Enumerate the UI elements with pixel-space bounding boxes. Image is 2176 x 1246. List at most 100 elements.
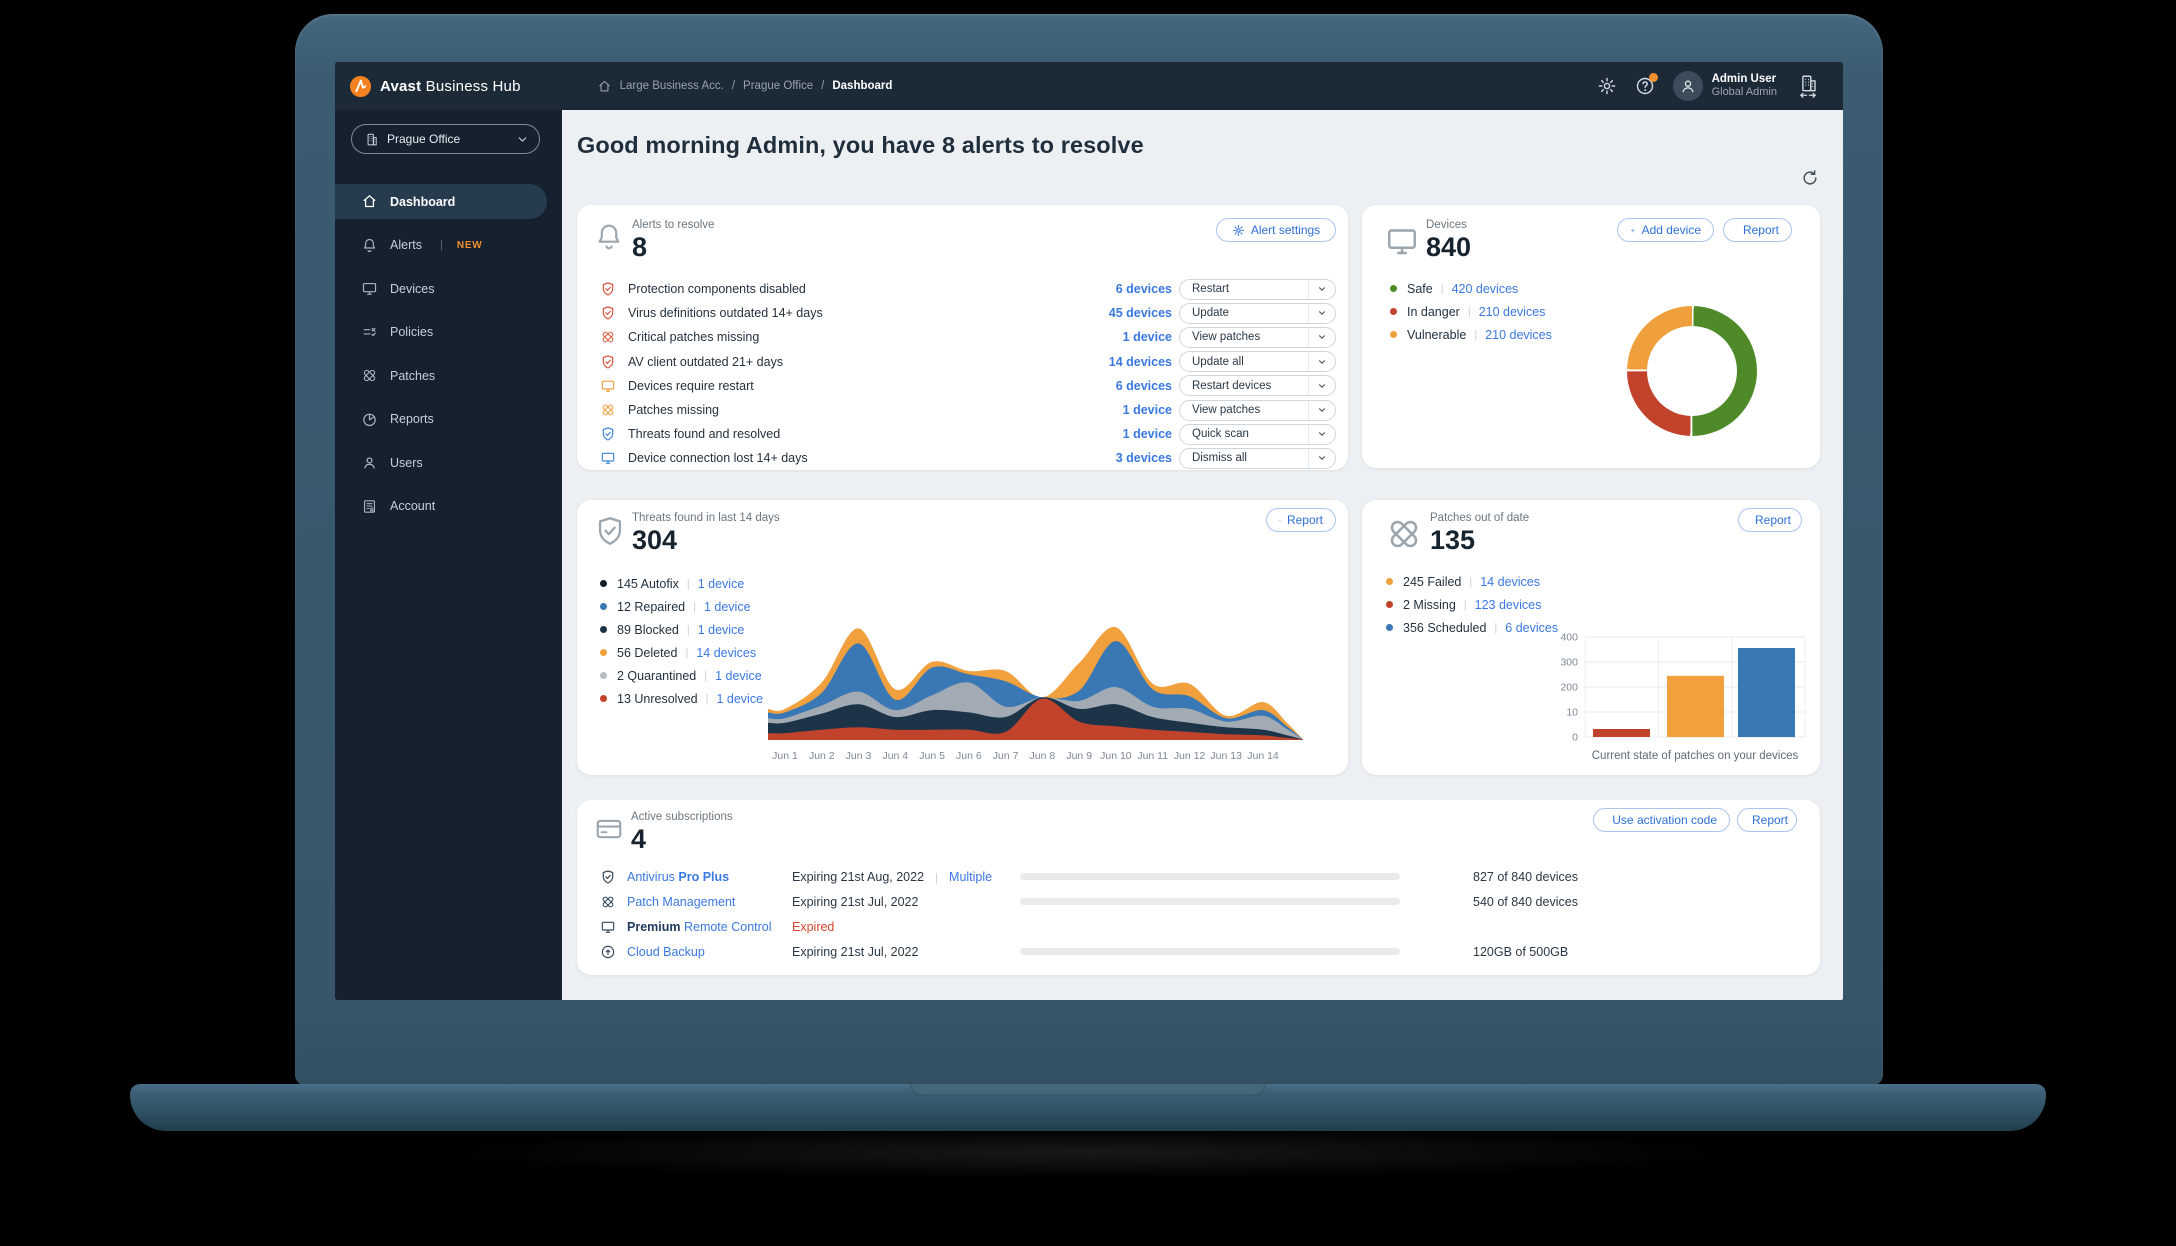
add-device-button[interactable]: Add device [1617, 218, 1714, 242]
use-activation-code-button[interactable]: Use activation code [1593, 808, 1730, 832]
alert-label: Protection components disabled [628, 282, 806, 297]
patch-icon [602, 896, 614, 907]
alert-device-count-link[interactable]: 45 devices [1109, 306, 1172, 320]
chevron-icon [1319, 335, 1325, 340]
subscription-progress-bar [1020, 948, 1400, 955]
x-axis-tick-label: Jun 4 [882, 750, 908, 762]
legend-separator: | [1474, 328, 1478, 341]
sidebar-item-users[interactable]: Users [335, 441, 562, 485]
home-icon [363, 195, 376, 208]
sidebar-item-reports[interactable]: Reports [335, 398, 562, 442]
alert-device-count-link[interactable]: 3 devices [1116, 451, 1172, 465]
legend-device-link[interactable]: 420 devices [1452, 282, 1519, 296]
alert-action-dropdown[interactable]: Update all [1179, 351, 1336, 373]
home-icon[interactable] [597, 79, 612, 94]
alert-settings-button[interactable]: Alert settings [1216, 218, 1336, 242]
x-axis-tick-label: Jun 13 [1210, 750, 1242, 762]
sidebar-item-account[interactable]: Account [335, 485, 562, 529]
alert-device-count-link[interactable]: 1 device [1123, 427, 1172, 441]
alert-label: Patches missing [628, 403, 720, 418]
multiple-link[interactable]: Multiple [949, 870, 992, 884]
alert-action-dropdown[interactable]: Restart [1179, 278, 1336, 300]
alert-action-dropdown[interactable]: Update [1179, 302, 1336, 324]
devices-legend-item: In danger | 210 devices [1390, 300, 1552, 323]
person-icon [364, 457, 375, 469]
org-selector[interactable]: Prague Office [351, 124, 540, 154]
chevron-icon [1319, 432, 1325, 436]
patch-icon [602, 332, 614, 343]
alert-action-dropdown[interactable]: Dismiss all [1179, 447, 1336, 469]
help-icon[interactable] [1635, 73, 1658, 96]
sidebar-item-label: Users [390, 455, 423, 470]
sidebar-item-dashboard[interactable]: Dashboard [335, 180, 562, 224]
chevron-icon [1319, 287, 1325, 291]
breadcrumb-item[interactable]: Large Business Acc. [620, 80, 724, 92]
breadcrumb-item[interactable]: Prague Office [743, 80, 813, 92]
devices-report-button[interactable]: Report [1723, 218, 1792, 242]
legend-device-link[interactable]: 210 devices [1479, 305, 1546, 319]
alert-device-count-link[interactable]: 1 device [1123, 330, 1172, 344]
dropdown-value: Restart devices [1192, 379, 1272, 392]
y-axis-tick-label: 10 [1566, 707, 1578, 719]
y-axis-tick-label: 0 [1572, 732, 1578, 744]
dropdown-value: Quick scan [1192, 428, 1249, 441]
dropdown-value: Update [1192, 307, 1230, 320]
sidebar-item-patches[interactable]: Patches [335, 354, 562, 398]
devices-donut-chart [1627, 306, 1757, 436]
subscription-row: Patch Management Expiring 21st Jul, 2022 5… [577, 889, 1820, 914]
org-switcher-icon[interactable] [1795, 73, 1821, 99]
alert-action-dropdown[interactable]: Restart devices [1179, 375, 1336, 397]
alert-device-count-link[interactable]: 6 devices [1116, 282, 1172, 296]
alert-row: Threats found and resolved 1 device Quick … [577, 422, 1348, 446]
alerts-card: Alerts to resolve 8 Alert settings Prote… [577, 205, 1348, 470]
pie-icon [363, 413, 376, 426]
subscription-name-link[interactable]: Patch Management [627, 895, 735, 909]
sidebar-item-label: Reports [390, 412, 434, 427]
alert-action-dropdown[interactable]: View patches [1179, 326, 1336, 348]
subscription-name-link[interactable]: Premium Remote Control [627, 920, 772, 934]
card-label: Devices [1426, 219, 1467, 231]
bell-icon [593, 221, 625, 253]
alert-row: Critical patches missing 1 device View pat… [577, 325, 1348, 349]
alert-action-dropdown[interactable]: Quick scan [1179, 423, 1336, 445]
alert-action-dropdown[interactable]: View patches [1179, 399, 1336, 421]
devices-legend-item: Safe | 420 devices [1390, 277, 1552, 300]
x-axis-tick-label: Jun 14 [1247, 750, 1279, 762]
credit-card-icon [594, 814, 624, 844]
breadcrumb-separator: / [821, 80, 825, 92]
bar-missing [1593, 729, 1650, 737]
devices-legend-item: Vulnerable | 210 devices [1390, 323, 1552, 346]
shield-icon [602, 427, 614, 441]
chevron-icon [1319, 456, 1325, 461]
card-count: 8 [632, 232, 648, 262]
refresh-icon[interactable] [1800, 168, 1820, 188]
x-axis-tick-label: Jun 2 [809, 750, 835, 762]
gear-icon[interactable] [1597, 76, 1617, 96]
subscription-name-link[interactable]: Antivirus Pro Plus [627, 870, 729, 884]
chevron-down-icon [1308, 327, 1335, 347]
subscription-rows: Antivirus Pro Plus Expiring 21st Aug, 202… [577, 864, 1820, 964]
alert-device-count-link[interactable]: 1 device [1123, 403, 1172, 417]
legend-device-link[interactable]: 210 devices [1485, 328, 1552, 342]
subscription-row: Premium Remote Control Expired [577, 914, 1820, 939]
subscriptions-report-button[interactable]: Report [1737, 808, 1797, 832]
sidebar-item-policies[interactable]: Policies [335, 311, 562, 355]
dropdown-value: Dismiss all [1192, 452, 1247, 465]
patches-bar-chart: 400300200100Current state of patches on … [1560, 632, 1806, 762]
dropdown-value: Restart [1192, 283, 1230, 296]
subscription-usage: 120GB of 500GB [1473, 944, 1569, 959]
chevron-icon [1319, 408, 1325, 412]
sidebar-item-devices[interactable]: Devices [335, 267, 562, 311]
backup-icon [601, 945, 615, 958]
bar-chart-caption: Current state of patches on your devices [1592, 750, 1799, 762]
alert-device-count-link[interactable]: 14 devices [1109, 355, 1172, 369]
alert-device-count-link[interactable]: 6 devices [1116, 379, 1172, 393]
user-menu[interactable]: Admin User Global Admin [1672, 71, 1777, 101]
user-role: Global Admin [1711, 86, 1777, 99]
y-axis-tick-label: 200 [1560, 682, 1578, 694]
bar-scheduled [1738, 648, 1795, 737]
subscription-name-link[interactable]: Cloud Backup [627, 945, 705, 959]
sidebar-item-alerts[interactable]: Alerts | NEW [335, 224, 562, 268]
legend-label: Safe [1407, 281, 1433, 296]
breadcrumb-current: Dashboard [832, 80, 893, 92]
